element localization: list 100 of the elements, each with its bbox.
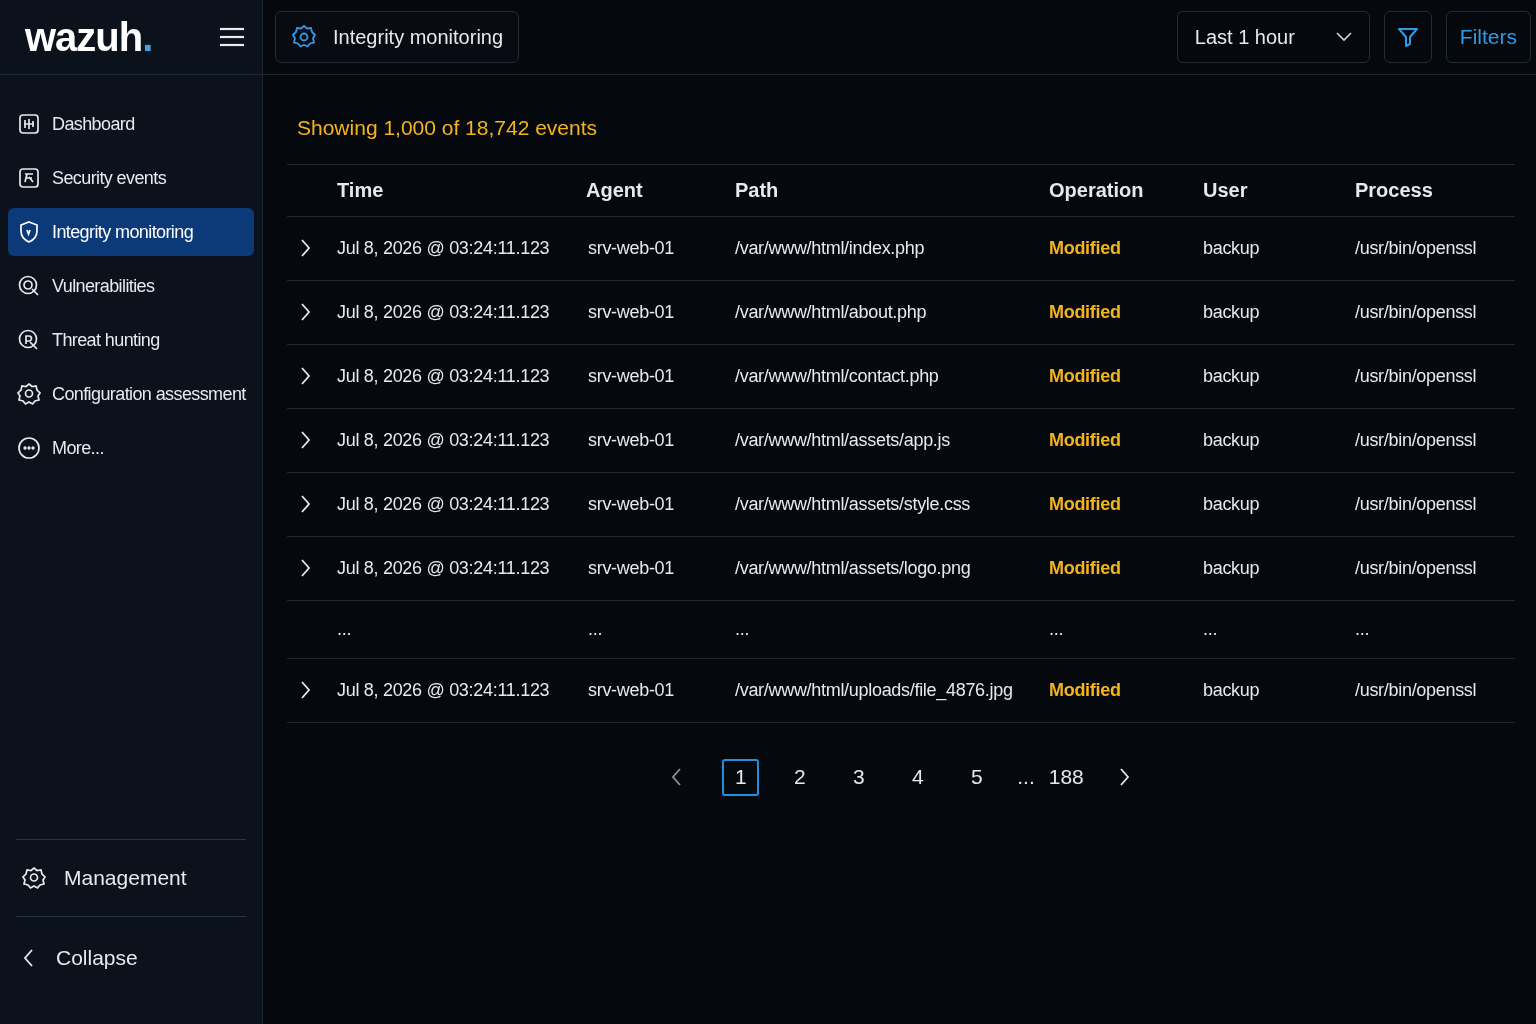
table-cell-text: Jul 8, 2026 @ 03:24:11.123 [337, 300, 551, 324]
table-cell-text: Jul 8, 2026 @ 03:24:11.123 [337, 556, 551, 580]
chevron-right-icon [301, 303, 311, 321]
table-cell-text: /var/www/html/assets/app.js [735, 428, 951, 452]
chevron-down-icon [1335, 32, 1352, 42]
table-cell-text: backup [1203, 556, 1261, 580]
sidebar-item[interactable]: Vulnerabilities [8, 262, 254, 310]
expand-row-button[interactable] [301, 495, 311, 513]
ellipsis-cell-text: ... [1203, 617, 1219, 641]
column-header: Process [1355, 178, 1434, 203]
event-count: Showing 1,000 of 18,742 events [296, 115, 599, 141]
expand-row-button[interactable] [301, 303, 311, 321]
expand-row-button[interactable] [301, 431, 311, 449]
table-cell-text: /var/www/html/uploads/file_4876.jpg [735, 678, 1014, 703]
sidebar-item[interactable]: Security events [8, 154, 254, 202]
table-cell-text: backup [1203, 236, 1261, 260]
table-cell-text: Modified [1049, 678, 1122, 702]
table-cell-text: /var/www/html/contact.php [735, 364, 940, 388]
table-cell-text: Modified [1049, 492, 1122, 516]
ellipsis-cell-text: ... [735, 617, 751, 641]
table-cell-text: backup [1203, 678, 1261, 702]
table-cell-text: Modified [1049, 556, 1122, 580]
sidebar-item[interactable]: Management [0, 840, 262, 916]
table-cell-text: backup [1203, 492, 1261, 516]
sidebar-item[interactable]: Configuration assessment [8, 370, 254, 418]
column-header: Operation [1049, 178, 1145, 203]
filters-button[interactable]: Filters [1445, 11, 1531, 63]
chevron-right-icon [301, 239, 311, 257]
page-button[interactable]: 3 [840, 758, 878, 796]
table-cell-text: Jul 8, 2026 @ 03:24:11.123 [337, 492, 551, 516]
more-icon [17, 436, 41, 460]
table-cell-text: Jul 8, 2026 @ 03:24:11.123 [337, 428, 551, 452]
table-cell-text: srv-web-01 [587, 678, 676, 702]
expand-row-button[interactable] [301, 239, 311, 257]
page-button[interactable]: 188 [1048, 761, 1084, 793]
table-cell-text: /usr/bin/openssl [1355, 556, 1478, 580]
table-cell-text: /var/www/html/index.php [735, 236, 926, 260]
table-cell-text: /usr/bin/openssl [1355, 428, 1478, 452]
previous-page-button[interactable] [672, 768, 683, 786]
gear-icon [17, 382, 41, 406]
expand-row-button[interactable] [301, 681, 311, 699]
table-cell-text: /usr/bin/openssl [1355, 300, 1478, 324]
time-range-dropdown[interactable]: Last 1 hour [1176, 11, 1370, 63]
table-cell-text: Modified [1049, 428, 1122, 452]
list-icon [17, 166, 41, 190]
next-page-button[interactable] [1119, 768, 1130, 786]
table-cell-text: /var/www/html/assets/style.css [735, 492, 972, 516]
shield-icon [17, 220, 41, 244]
ellipsis-cell-text: ... [587, 617, 604, 641]
page-button[interactable]: 4 [899, 758, 937, 796]
page-button[interactable]: 1 [722, 758, 760, 796]
chevron-left-icon [24, 949, 34, 967]
ellipsis-cell-text: ... [1049, 617, 1065, 641]
module-title: Integrity monitoring [275, 11, 520, 63]
chevron-left-icon [672, 768, 683, 786]
table-cell-text: srv-web-01 [587, 428, 676, 452]
expand-row-button[interactable] [301, 559, 311, 577]
gear-icon [291, 24, 317, 50]
filter-button[interactable] [1383, 11, 1432, 63]
table-cell-text: backup [1203, 428, 1261, 452]
table-cell-text: srv-web-01 [587, 492, 676, 516]
wazuh-logo: wazuh. [25, 17, 153, 57]
ellipsis-cell-text: ... [1355, 617, 1371, 641]
chevron-right-icon [301, 367, 311, 385]
gear-icon [22, 866, 46, 890]
table-cell-text: srv-web-01 [587, 236, 676, 260]
table-cell-text: Modified [1049, 364, 1122, 388]
page-ellipsis: ... [1017, 764, 1035, 791]
table-cell-text: /usr/bin/openssl [1355, 678, 1478, 702]
column-header: Time [337, 178, 385, 203]
column-header: Path [735, 178, 780, 203]
table-cell-text: /usr/bin/openssl [1355, 236, 1478, 260]
table-cell-text: Modified [1049, 300, 1122, 324]
menu-button[interactable] [218, 25, 246, 49]
chevron-right-icon [301, 431, 311, 449]
filter-icon [1396, 26, 1419, 48]
collapse-button[interactable]: Collapse [0, 917, 262, 999]
chevron-right-icon [301, 559, 311, 577]
page-button[interactable]: 2 [781, 758, 819, 796]
page-button[interactable]: 5 [958, 758, 996, 796]
ellipsis-cell-text: ... [337, 617, 353, 641]
table-cell-text: /var/www/html/about.php [735, 300, 928, 324]
chevron-right-icon [301, 495, 311, 513]
sidebar-item[interactable]: Integrity monitoring [8, 208, 254, 256]
table-cell-text: Jul 8, 2026 @ 03:24:11.123 [337, 236, 551, 260]
chevron-right-icon [301, 681, 311, 699]
expand-row-button[interactable] [301, 367, 311, 385]
chevron-right-icon [1119, 768, 1130, 786]
sidebar-item[interactable]: Threat hunting [8, 316, 254, 364]
table-cell-text: Jul 8, 2026 @ 03:24:11.123 [337, 678, 551, 702]
table-cell-text: Modified [1049, 236, 1122, 260]
column-header: User [1203, 178, 1249, 203]
table-cell-text: srv-web-01 [587, 364, 676, 388]
target-icon [17, 274, 41, 298]
sidebar-item[interactable]: Dashboard [8, 100, 254, 148]
table-cell-text: srv-web-01 [587, 556, 676, 580]
table-cell-text: /usr/bin/openssl [1355, 364, 1478, 388]
table-cell-text: srv-web-01 [587, 300, 676, 324]
chart-icon [17, 112, 41, 136]
sidebar-item[interactable]: More... [8, 424, 254, 472]
